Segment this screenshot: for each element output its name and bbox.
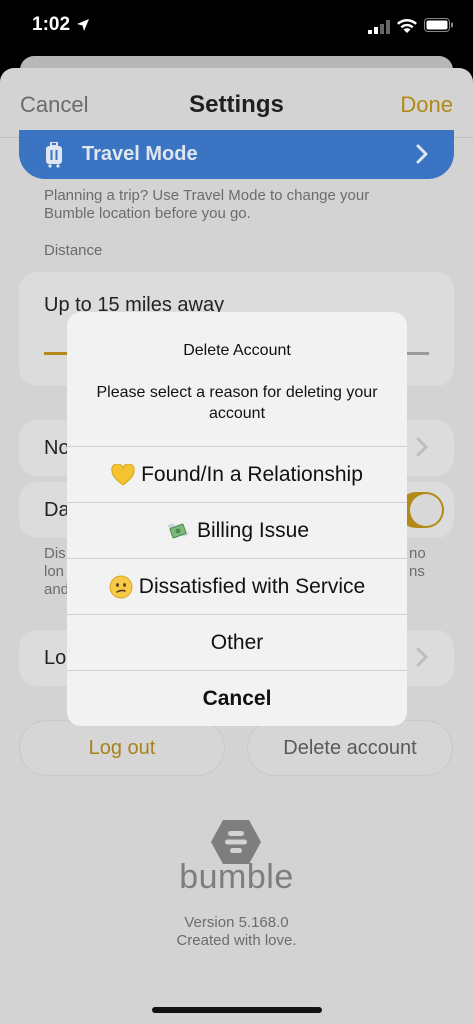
- reason-billing-issue-button[interactable]: Billing Issue: [67, 502, 407, 558]
- alert-message: Please select a reason for deleting your…: [96, 384, 378, 422]
- settings-row-3-label: Lo: [44, 647, 67, 669]
- travel-mode-helper: Planning a trip? Use Travel Mode to chan…: [44, 187, 370, 222]
- desc-left-line: lon: [44, 563, 65, 580]
- suitcase-icon: [46, 142, 62, 168]
- cellular-signal-icon: [368, 20, 390, 34]
- tagline: Created with love.: [176, 932, 297, 949]
- settings-row-2-label: Da: [44, 499, 70, 521]
- confused-face-icon: [109, 575, 133, 599]
- toggle-knob: [410, 494, 442, 526]
- log-out-button[interactable]: Log out: [19, 720, 225, 776]
- reason-label: Found/In a Relationship: [141, 463, 363, 486]
- version-info: Version 5.168.0 Created with love.: [0, 914, 473, 950]
- status-time: 1:02: [32, 14, 71, 35]
- reason-label: Billing Issue: [196, 519, 310, 542]
- location-arrow-icon: [77, 19, 89, 31]
- reason-label: Dissatisfied with Service: [138, 575, 366, 598]
- battery-icon: [424, 18, 453, 32]
- wifi-icon: [397, 19, 417, 33]
- travel-mode-label: Travel Mode: [82, 143, 198, 165]
- yellow-heart-icon: [111, 464, 135, 487]
- nav-bar: Cancel Settings Done: [0, 68, 473, 138]
- delete-account-alert: Delete Account Please select a reason fo…: [67, 312, 407, 726]
- money-with-wings-icon: [166, 523, 189, 539]
- status-bar: 1:02: [0, 0, 473, 62]
- alert-title: Delete Account: [183, 342, 291, 359]
- chevron-right-icon: [416, 437, 428, 457]
- reason-found-relationship-button[interactable]: Found/In a Relationship: [67, 446, 407, 502]
- desc-left-line: Dis: [44, 545, 66, 562]
- chevron-right-icon: [416, 144, 428, 164]
- desc-left-line: and: [44, 581, 70, 598]
- settings-row-2-desc-right: no ns: [409, 545, 426, 581]
- delete-account-button[interactable]: Delete account: [247, 720, 453, 776]
- distance-section-label: Distance: [44, 242, 103, 259]
- desc-right-line: no: [409, 545, 426, 562]
- settings-row-2-desc-left: Dis lon and: [44, 545, 69, 599]
- version-label: Version 5.168.0: [184, 914, 289, 931]
- nav-done-button[interactable]: Done: [400, 92, 453, 118]
- bumble-wordmark: bumble: [179, 858, 294, 896]
- chevron-right-icon: [416, 647, 428, 667]
- settings-row-1-label: No: [44, 437, 70, 459]
- reason-other-button[interactable]: Other: [67, 614, 407, 670]
- home-indicator: [152, 1007, 322, 1013]
- desc-right-line: ns: [409, 563, 425, 580]
- alert-cancel-button[interactable]: Cancel: [67, 670, 407, 726]
- travel-mode-button[interactable]: Travel Mode: [19, 130, 454, 179]
- reason-dissatisfied-button[interactable]: Dissatisfied with Service: [67, 558, 407, 614]
